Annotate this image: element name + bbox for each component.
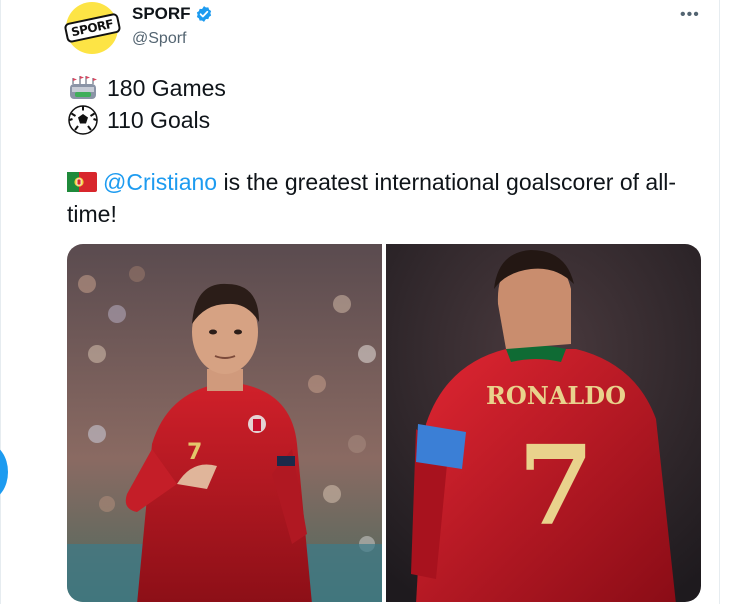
portugal-flag-icon xyxy=(67,172,97,192)
stat-games: 180 Games xyxy=(67,72,226,104)
verified-badge-icon xyxy=(196,6,211,22)
tweet-body: @Cristiano is the greatest international… xyxy=(67,166,707,230)
media-grid: 7 RONALDO 7 xyxy=(67,244,701,602)
stat-goals-text: 110 Goals xyxy=(107,106,211,133)
stat-games-text: 180 Games xyxy=(107,74,226,101)
stadium-icon xyxy=(70,76,97,99)
compose-button-partial[interactable] xyxy=(0,444,8,500)
photo-right[interactable]: RONALDO 7 xyxy=(385,244,701,602)
avatar-logo-text: SPORF xyxy=(63,12,121,44)
mention-link[interactable]: @Cristiano xyxy=(103,169,217,195)
more-icon[interactable]: ••• xyxy=(680,6,700,24)
stat-goals: 110 Goals xyxy=(67,104,210,136)
timeline-border-right xyxy=(719,0,720,604)
player-celebrating-photo: 7 xyxy=(67,244,382,602)
display-name[interactable]: SPORF xyxy=(132,4,191,24)
shirt-number-text: 7 xyxy=(517,421,594,550)
timeline-border-left xyxy=(0,0,1,604)
soccer-ball-icon xyxy=(68,105,98,135)
avatar[interactable]: SPORF xyxy=(63,2,121,54)
photo-left[interactable]: 7 xyxy=(67,244,383,602)
author-handle[interactable]: @Sporf xyxy=(132,30,186,48)
author-name-row[interactable]: SPORF xyxy=(132,4,213,24)
shirt-name-text: RONALDO xyxy=(485,381,625,410)
player-back-photo: RONALDO 7 xyxy=(385,244,701,602)
svg-text:7: 7 xyxy=(187,440,202,465)
